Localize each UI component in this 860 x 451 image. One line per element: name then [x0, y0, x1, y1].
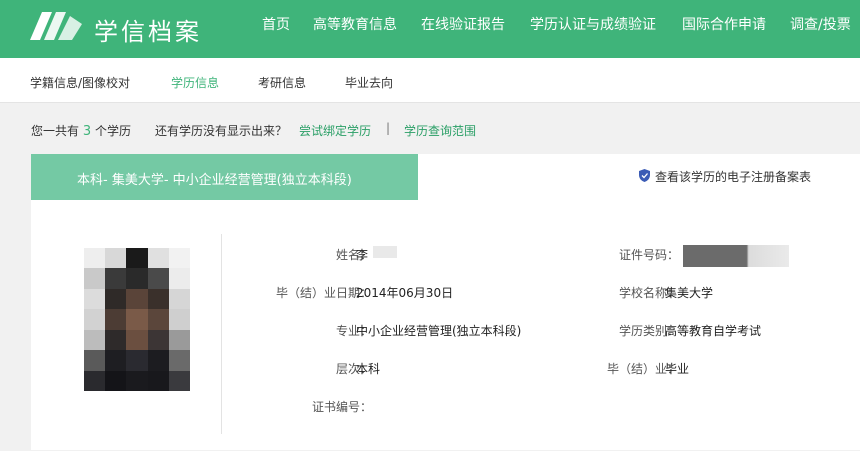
logo-icon[interactable]	[28, 6, 84, 44]
graduation-date-value: 2014年06月30日	[356, 286, 454, 300]
sub-nav-bar: 学籍信息/图像校对 学历信息 考研信息 毕业去向	[0, 58, 860, 103]
degree-count-summary: 您一共有 3 个学历	[31, 122, 131, 139]
nav-survey[interactable]: 调查/投票	[790, 14, 851, 34]
record-title: 本科- 集美大学- 中小企业经营管理(独立本科段)	[77, 173, 352, 188]
degree-count: 3	[82, 124, 92, 139]
id-number-label: 证件号码：	[618, 248, 679, 262]
tab-enrollment-info[interactable]: 学籍信息/图像校对	[30, 74, 130, 91]
student-photo	[84, 248, 190, 391]
nav-home[interactable]: 首页	[262, 14, 290, 34]
degree-type-value: 高等教育自学考试	[665, 324, 762, 338]
nav-higher-education[interactable]: 高等教育信息	[313, 14, 397, 34]
tab-graduate-destination[interactable]: 毕业去向	[345, 74, 393, 91]
nav-degree-certification[interactable]: 学历认证与成绩验证	[530, 14, 656, 34]
tab-degree-info[interactable]: 学历信息	[171, 74, 219, 91]
summary-suffix: 个学历	[94, 124, 131, 138]
nav-international[interactable]: 国际合作申请	[682, 14, 766, 34]
nav-online-verification[interactable]: 在线验证报告	[421, 14, 505, 34]
name-value: 李	[356, 248, 369, 262]
brand-title[interactable]: 学信档案	[94, 12, 202, 47]
missing-degree-question: 还有学历没有显示出来？	[155, 124, 288, 138]
view-registration-form-label: 查看该学历的电子注册备案表	[655, 170, 812, 184]
major-value: 中小企业经营管理(独立本科段)	[356, 324, 522, 338]
summary-divider: |	[386, 121, 391, 135]
tab-graduate-exam-info[interactable]: 考研信息	[258, 74, 306, 91]
graduation-status-value: 毕业	[665, 362, 690, 376]
bind-degree-link[interactable]: 尝试绑定学历	[299, 122, 371, 139]
summary-prefix: 您一共有	[31, 124, 80, 138]
degree-record-card: 本科- 集美大学- 中小企业经营管理(独立本科段) 查看该学历的电子注册备案表 …	[31, 154, 860, 450]
school-name-value: 集美大学	[665, 286, 714, 300]
id-number-redaction	[683, 245, 789, 267]
photo-divider	[221, 234, 222, 434]
name-redaction	[373, 246, 397, 258]
query-scope-link[interactable]: 学历查询范围	[404, 122, 476, 139]
top-nav-bar: 学信档案 首页 高等教育信息 在线验证报告 学历认证与成绩验证 国际合作申请 调…	[0, 0, 860, 58]
level-value: 本科	[356, 362, 381, 376]
shield-icon	[639, 169, 650, 182]
record-ribbon: 本科- 集美大学- 中小企业经营管理(独立本科段)	[31, 154, 418, 200]
certificate-number-label: 证书编号：	[311, 400, 372, 414]
view-registration-form-link[interactable]: 查看该学历的电子注册备案表	[639, 168, 812, 185]
